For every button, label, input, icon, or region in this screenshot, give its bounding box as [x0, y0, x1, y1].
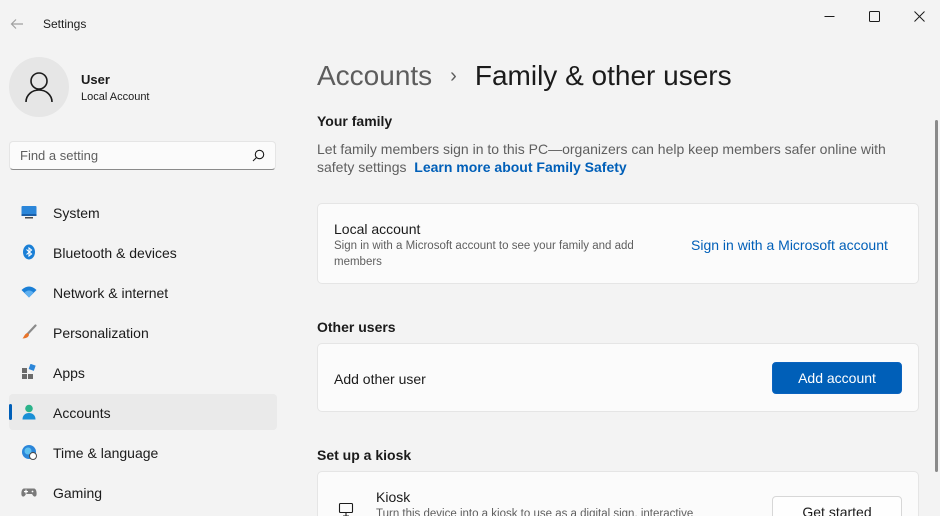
family-safety-link[interactable]: Learn more about Family Safety	[414, 159, 626, 175]
wifi-icon	[21, 286, 37, 298]
title-bar: Settings	[0, 0, 940, 46]
sidebar-item-time-language[interactable]: Time & language	[9, 434, 277, 470]
get-started-button[interactable]: Get started	[772, 496, 902, 516]
sidebar-nav: System Bluetooth & devices Network & int…	[9, 194, 277, 514]
local-account-card: Local account Sign in with a Microsoft a…	[317, 203, 919, 284]
user-name: User	[81, 72, 110, 87]
system-icon	[21, 206, 37, 219]
account-type: Local Account	[81, 91, 150, 103]
family-section-title: Your family	[317, 113, 393, 129]
local-account-subtitle: Sign in with a Microsoft account to see …	[334, 240, 634, 268]
maximize-button[interactable]	[851, 0, 897, 32]
sign-in-microsoft-link[interactable]: Sign in with a Microsoft account	[691, 237, 888, 253]
accounts-icon	[22, 404, 36, 420]
search-box[interactable]	[9, 141, 276, 170]
close-icon	[913, 10, 925, 22]
globe-clock-icon	[22, 445, 37, 460]
bluetooth-icon	[23, 244, 35, 260]
kiosk-subtitle: Turn this device into a kiosk to use as …	[376, 508, 694, 516]
sidebar-item-bluetooth[interactable]: Bluetooth & devices	[9, 234, 277, 270]
add-other-user-label: Add other user	[334, 371, 426, 387]
other-users-section-title: Other users	[317, 319, 396, 335]
gamepad-icon	[21, 488, 37, 497]
close-button[interactable]	[896, 0, 940, 32]
maximize-icon	[868, 10, 880, 22]
back-button[interactable]	[7, 14, 27, 34]
breadcrumb-parent[interactable]: Accounts	[317, 60, 432, 92]
sidebar-item-network[interactable]: Network & internet	[9, 274, 277, 310]
sidebar-item-label: Bluetooth & devices	[53, 245, 177, 261]
minimize-icon	[824, 15, 834, 17]
sidebar-item-personalization[interactable]: Personalization	[9, 314, 277, 350]
sidebar-item-accounts[interactable]: Accounts	[9, 394, 277, 430]
kiosk-card: Kiosk Turn this device into a kiosk to u…	[317, 471, 919, 516]
add-user-card: Add other user Add account	[317, 343, 919, 412]
sidebar-item-system[interactable]: System	[9, 194, 277, 230]
arrow-left-icon	[10, 19, 23, 29]
sidebar-item-label: Gaming	[53, 485, 103, 501]
search-icon[interactable]	[252, 149, 265, 162]
page-title: Family & other users	[474, 60, 732, 91]
breadcrumb-separator: ›	[450, 64, 457, 87]
kiosk-title: Kiosk	[376, 489, 411, 505]
sidebar-item-label: Apps	[53, 365, 85, 381]
sidebar-item-label: Time & language	[53, 445, 159, 461]
sidebar-item-label: Network & internet	[53, 285, 169, 301]
person-icon	[25, 72, 53, 103]
sidebar-item-label: Accounts	[53, 405, 111, 421]
breadcrumb: Accounts › Family & other users	[317, 58, 732, 94]
local-account-title: Local account	[334, 221, 421, 237]
monitor-icon	[338, 502, 354, 516]
kiosk-section-title: Set up a kiosk	[317, 447, 412, 463]
scrollbar[interactable]	[935, 120, 938, 472]
brush-icon	[22, 324, 37, 339]
avatar	[9, 57, 69, 117]
sidebar-item-label: Personalization	[53, 325, 149, 341]
user-profile[interactable]: User Local Account	[9, 57, 269, 117]
add-account-button[interactable]: Add account	[772, 362, 902, 394]
apps-icon	[22, 364, 36, 379]
sidebar-item-gaming[interactable]: Gaming	[9, 474, 277, 510]
family-description: Let family members sign in to this PC—or…	[317, 140, 907, 176]
minimize-button[interactable]	[806, 0, 852, 32]
app-title: Settings	[43, 17, 87, 31]
sidebar-item-apps[interactable]: Apps	[9, 354, 277, 390]
search-input[interactable]	[10, 142, 240, 169]
sidebar-item-label: System	[53, 205, 100, 221]
